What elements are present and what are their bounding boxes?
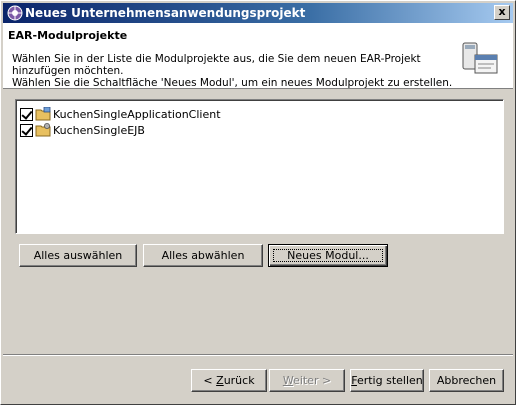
next-button[interactable]: Weiter > bbox=[269, 369, 345, 392]
next-mnemonic: W bbox=[282, 373, 294, 387]
cancel-button[interactable]: Abbrechen bbox=[429, 369, 504, 392]
ear-project-icon bbox=[462, 42, 498, 74]
module-label: KuchenSingleApplicationClient bbox=[53, 107, 221, 121]
window-title: Neues Unternehmensanwendungsprojekt bbox=[25, 6, 306, 20]
page-description-hint: Wählen Sie die Schaltfläche 'Neues Modul… bbox=[12, 77, 453, 89]
focus-indicator bbox=[273, 249, 383, 262]
app-icon bbox=[7, 5, 23, 21]
select-all-button[interactable]: Alles auswählen bbox=[19, 244, 137, 267]
list-item[interactable]: KuchenSingleEJB bbox=[20, 122, 145, 138]
page-title: EAR-Modulprojekte bbox=[8, 29, 128, 42]
folder-icon bbox=[35, 107, 51, 121]
finish-label: ertig stellen bbox=[356, 373, 423, 387]
deselect-all-button[interactable]: Alles abwählen bbox=[143, 244, 263, 267]
close-icon: x bbox=[498, 5, 506, 18]
back-label: urück bbox=[223, 373, 255, 387]
close-button[interactable]: x bbox=[494, 5, 510, 20]
wizard-header: EAR-Modulprojekte Wählen Sie in der List… bbox=[3, 23, 513, 89]
title-bar[interactable]: Neues Unternehmensanwendungsprojekt x bbox=[3, 3, 513, 23]
finish-button[interactable]: Fertig stellen bbox=[350, 369, 424, 392]
back-button[interactable]: < Zurück bbox=[191, 369, 267, 392]
wizard-dialog: Neues Unternehmensanwendungsprojekt x EA… bbox=[0, 0, 516, 405]
new-module-button[interactable]: Neues Modul... bbox=[268, 244, 388, 267]
next-label: eiter > bbox=[293, 373, 332, 387]
folder-icon bbox=[35, 123, 51, 137]
back-prefix: < bbox=[203, 373, 217, 387]
module-checkbox[interactable] bbox=[20, 107, 33, 121]
page-description: Wählen Sie in der Liste die Modulprojekt… bbox=[12, 53, 421, 77]
list-item[interactable]: KuchenSingleApplicationClient bbox=[20, 106, 221, 122]
module-label: KuchenSingleEJB bbox=[53, 123, 145, 137]
back-mnemonic: Z bbox=[216, 373, 224, 387]
module-project-list[interactable]: KuchenSingleApplicationClient KuchenSing… bbox=[15, 99, 504, 234]
module-checkbox[interactable] bbox=[20, 123, 33, 137]
footer-separator bbox=[3, 354, 513, 356]
